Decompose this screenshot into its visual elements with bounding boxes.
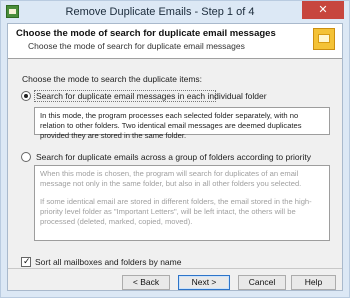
close-button[interactable]: ✕ — [302, 1, 344, 19]
description-text: When this mode is chosen, the program wi… — [40, 169, 302, 188]
radio-group-folders[interactable] — [21, 152, 31, 162]
dialog-window: Remove Duplicate Emails - Step 1 of 4 ✕ … — [0, 0, 350, 298]
radio-individual-folder[interactable] — [21, 91, 31, 101]
header-subtitle: Choose the mode of search for duplicate … — [28, 41, 245, 51]
sort-checkbox[interactable] — [21, 256, 31, 267]
radio-label-individual-folder[interactable]: Search for duplicate email messages in e… — [36, 91, 267, 101]
footer-separator — [8, 268, 342, 269]
description-group-folders: When this mode is chosen, the program wi… — [34, 165, 330, 241]
cancel-button[interactable]: Cancel — [238, 275, 286, 290]
help-button[interactable]: Help — [291, 275, 336, 290]
description-individual-folder: In this mode, the program processes each… — [34, 107, 330, 140]
description-text: If some identical email are stored in di… — [40, 197, 312, 226]
wizard-header: Choose the mode of search for duplicate … — [8, 24, 342, 59]
wizard-panel: Choose the mode of search for duplicate … — [7, 23, 343, 291]
sort-checkbox-label[interactable]: Sort all mailboxes and folders by name — [35, 257, 181, 267]
mode-prompt: Choose the mode to search the duplicate … — [22, 74, 203, 84]
radio-label-group-folders[interactable]: Search for duplicate emails across a gro… — [36, 152, 311, 162]
header-title: Choose the mode of search for duplicate … — [16, 28, 276, 39]
back-button[interactable]: < Back — [122, 275, 170, 290]
next-button[interactable]: Next > — [178, 275, 230, 290]
description-text: In this mode, the program processes each… — [40, 111, 302, 140]
envelope-icon — [313, 28, 335, 50]
app-icon — [6, 5, 19, 18]
window-title: Remove Duplicate Emails - Step 1 of 4 — [65, 6, 255, 18]
title-bar: Remove Duplicate Emails - Step 1 of 4 ✕ — [1, 1, 349, 23]
